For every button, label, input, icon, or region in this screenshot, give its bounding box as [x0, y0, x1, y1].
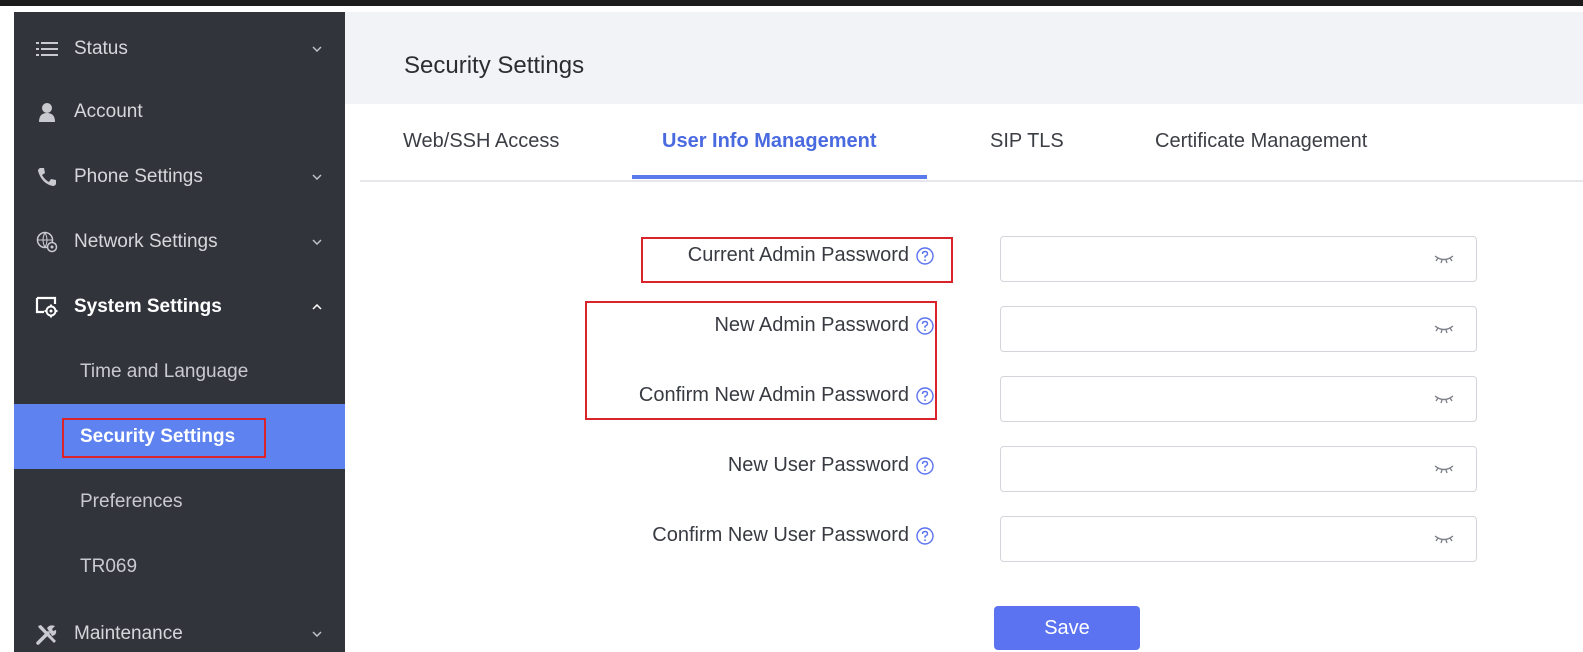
confirm-new-user-password-label: Confirm New User Password [652, 524, 935, 547]
confirm-new-admin-password-field[interactable] [1000, 376, 1477, 422]
new-admin-password-field[interactable] [1000, 306, 1477, 352]
confirm-new-user-password-input[interactable] [1011, 517, 1431, 559]
sidebar-item-label: Account [74, 100, 143, 122]
confirm-new-user-password-field[interactable] [1000, 516, 1477, 562]
help-icon[interactable] [915, 526, 935, 546]
chevron-down-icon [311, 629, 323, 639]
field-label-text: Confirm New Admin Password [638, 384, 909, 406]
eye-closed-icon[interactable] [1434, 322, 1454, 336]
sidebar-item-account[interactable]: Account [14, 79, 345, 144]
highlight-box [62, 418, 266, 458]
tab-certificate-management[interactable]: Certificate Management [1155, 130, 1367, 153]
system-settings-icon [32, 295, 62, 319]
eye-closed-icon[interactable] [1434, 392, 1454, 406]
chevron-down-icon [311, 237, 323, 247]
chevron-up-icon [311, 302, 323, 312]
sidebar-subitem-time-and-language[interactable]: Time and Language [14, 339, 345, 404]
sidebar-subitem-label: Time and Language [80, 360, 249, 382]
sidebar-subitem-label: Preferences [80, 490, 183, 512]
sidebar-subitem-tr069[interactable]: TR069 [14, 534, 345, 599]
network-gear-icon [32, 230, 62, 254]
current-admin-password-label: Current Admin Password [688, 244, 935, 267]
sidebar-subitem-label: TR069 [80, 555, 138, 577]
sidebar: Status Account Phone Settings Network Se… [0, 12, 345, 652]
sidebar-item-label: Maintenance [74, 622, 183, 644]
sidebar-subitem-security-settings[interactable]: Security Settings [14, 404, 345, 469]
help-icon[interactable] [915, 316, 935, 336]
help-icon[interactable] [915, 456, 935, 476]
current-admin-password-input[interactable] [1011, 237, 1431, 279]
chevron-down-icon [311, 44, 323, 54]
help-icon[interactable] [915, 386, 935, 406]
sidebar-item-network-settings[interactable]: Network Settings [14, 209, 345, 274]
tab-bar: Web/SSH Access User Info Management SIP … [360, 104, 1583, 182]
new-admin-password-label: New Admin Password [714, 314, 935, 337]
form-row-label: New Admin Password [360, 314, 935, 344]
sidebar-subitem-preferences[interactable]: Preferences [14, 469, 345, 534]
page-title: Security Settings [404, 52, 585, 79]
sidebar-item-system-settings[interactable]: System Settings [14, 274, 345, 339]
sidebar-item-label: Status [74, 37, 128, 59]
tab-user-info-management[interactable]: User Info Management [662, 130, 876, 153]
tab-web-ssh-access[interactable]: Web/SSH Access [403, 130, 559, 153]
sidebar-item-phone-settings[interactable]: Phone Settings [14, 144, 345, 209]
sidebar-item-status[interactable]: Status [14, 16, 345, 81]
form-row-label: New User Password [360, 454, 935, 484]
field-label-text: Current Admin Password [687, 244, 909, 266]
form-row-label: Confirm New Admin Password [360, 384, 935, 414]
new-user-password-label: New User Password [728, 454, 935, 477]
confirm-new-admin-password-input[interactable] [1011, 377, 1431, 419]
phone-icon [32, 165, 62, 189]
user-icon [32, 100, 62, 124]
form-row-label: Confirm New User Password [360, 524, 935, 554]
new-user-password-input[interactable] [1011, 447, 1431, 489]
field-label-text: Confirm New User Password [652, 524, 909, 546]
field-label-text: New Admin Password [714, 314, 909, 336]
main-content: Web/SSH Access User Info Management SIP … [360, 104, 1583, 652]
eye-closed-icon[interactable] [1434, 532, 1454, 546]
active-tab-indicator [632, 175, 927, 179]
field-label-text: New User Password [727, 454, 909, 476]
tab-sip-tls[interactable]: SIP TLS [990, 130, 1064, 153]
save-button[interactable]: Save [994, 606, 1140, 650]
sidebar-item-label: Phone Settings [74, 165, 203, 187]
sidebar-item-maintenance[interactable]: Maintenance [14, 601, 345, 652]
eye-closed-icon[interactable] [1434, 462, 1454, 476]
form-row-label: Current Admin Password [360, 244, 935, 274]
new-user-password-field[interactable] [1000, 446, 1477, 492]
page-header: Security Settings [345, 12, 1583, 104]
confirm-new-admin-password-label: Confirm New Admin Password [639, 384, 935, 407]
current-admin-password-field[interactable] [1000, 236, 1477, 282]
list-icon [32, 37, 62, 61]
app-window: Status Account Phone Settings Network Se… [0, 0, 1583, 652]
sidebar-item-label: Network Settings [74, 230, 218, 252]
new-admin-password-input[interactable] [1011, 307, 1431, 349]
sidebar-item-label: System Settings [74, 295, 222, 317]
tools-icon [32, 622, 62, 646]
chevron-down-icon [311, 172, 323, 182]
eye-closed-icon[interactable] [1434, 252, 1454, 266]
help-icon[interactable] [915, 246, 935, 266]
